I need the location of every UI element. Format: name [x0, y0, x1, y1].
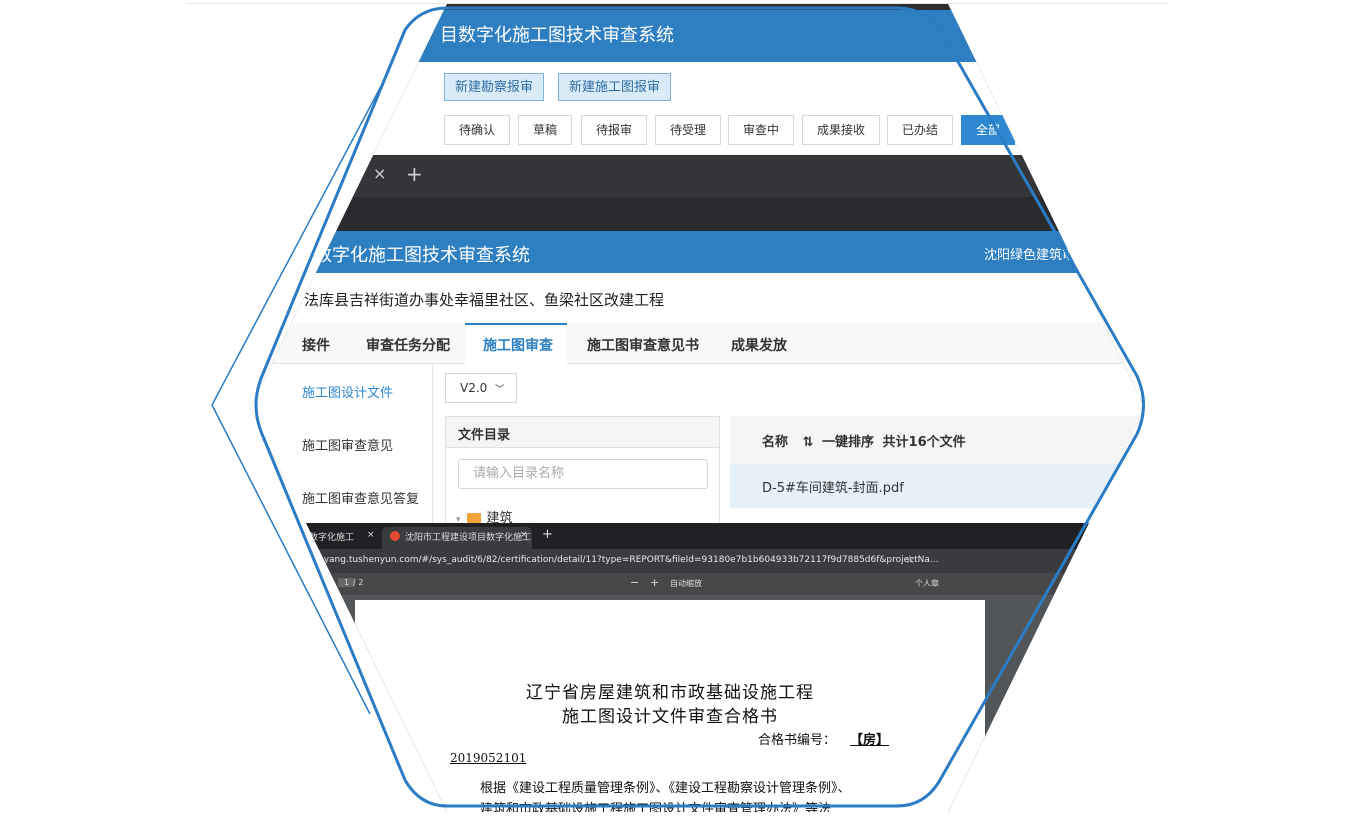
- hexagon-outline: [254, 6, 1145, 808]
